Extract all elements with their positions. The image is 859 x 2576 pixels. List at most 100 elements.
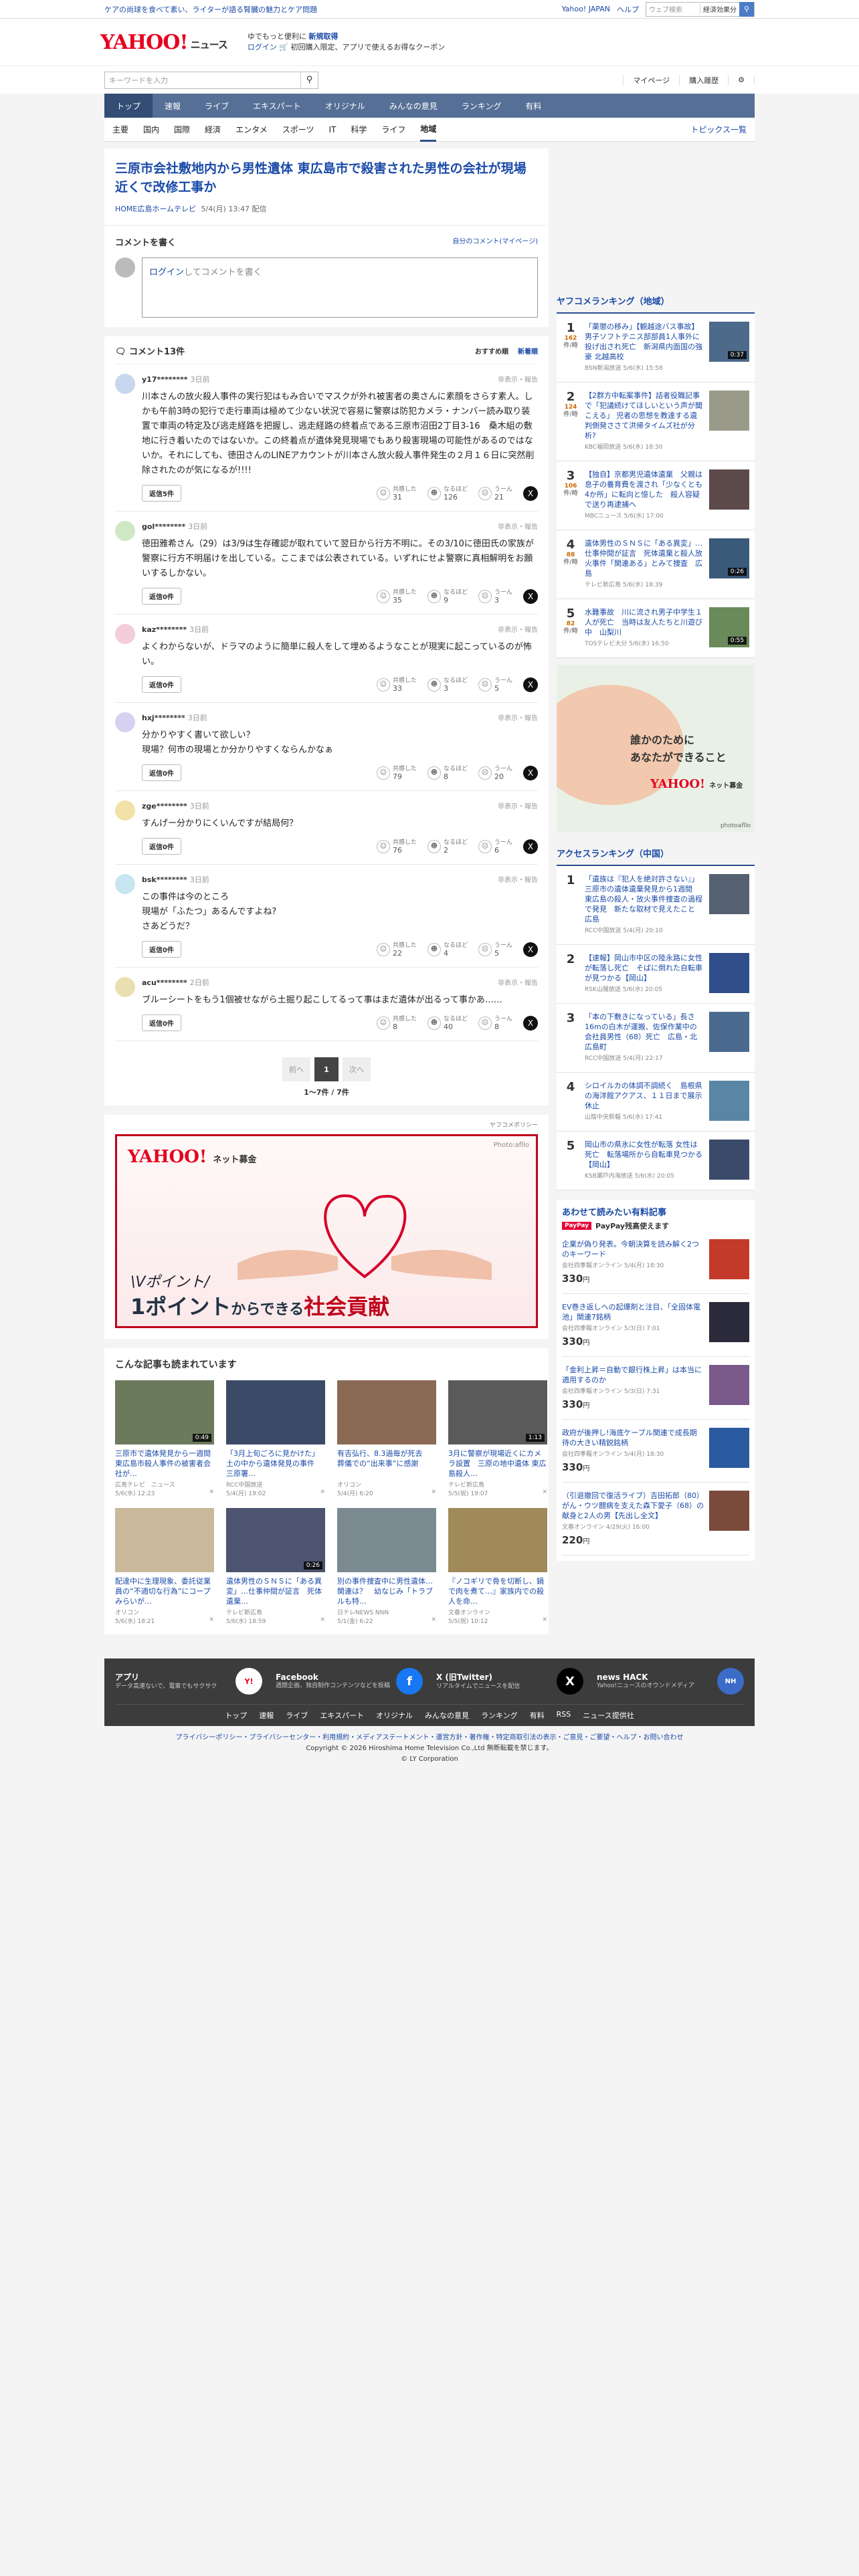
policy-links[interactable]: プライバシーポリシー・プライバシーセンター・利用規約・メディアステートメント・運… (104, 1733, 755, 1743)
reply-button[interactable]: 返信5件 (142, 485, 181, 502)
related-item[interactable]: 配達中に生理現象、委託従業員の“不適切な行為”にコープみらいが… オリコン 5/6(… (115, 1508, 214, 1625)
comment-user[interactable]: kaz******** (142, 625, 187, 634)
related-title[interactable]: 別の事件捜査中に男性遺体…関連は？ 幼なじみ「トラブルも特… (337, 1576, 436, 1606)
nav-ranking[interactable]: ランキング (450, 94, 514, 118)
sort-newest[interactable]: 新着順 (518, 348, 538, 356)
next-page-button[interactable]: 次へ (343, 1057, 371, 1081)
hmm-button[interactable]: ☹ うーん 5 (478, 677, 512, 693)
search-icon[interactable]: ⚲ (300, 72, 318, 88)
comment-user[interactable]: y17******** (142, 375, 188, 384)
cat-economy[interactable]: 経済 (205, 118, 221, 142)
newshack-promo[interactable]: news HACK Yahoo!ニュースのオウンドメディア NH (597, 1668, 744, 1695)
footer-link[interactable]: トップ (225, 1710, 247, 1721)
ranking-title[interactable]: 【速報】岡山市中区の陸永路に女性が転落し死亡 そばに倒れた自転車が見つかる【岡山… (585, 953, 704, 983)
nav-original[interactable]: オリジナル (313, 94, 377, 118)
empathy-button[interactable]: ☺ 共感した 79 (376, 765, 417, 781)
comment-user[interactable]: gol******** (142, 522, 185, 531)
donation-banner[interactable]: YAHOO! ネット募金 Photo:afllo \Vポイント/ 1ポイントから… (115, 1134, 538, 1328)
cat-life[interactable]: ライフ (381, 118, 405, 142)
close-icon[interactable]: × (320, 1489, 325, 1497)
hmm-button[interactable]: ☹ うーん 5 (478, 942, 512, 958)
x-share-icon[interactable]: X (523, 1015, 538, 1031)
web-search-input[interactable]: ウェブ検索 (646, 3, 700, 16)
ranking-title[interactable]: 岡山市の県氷に女性が転落 女性は死亡 転落場所から自転車見つかる【岡山】 (585, 1140, 704, 1170)
app-promo[interactable]: アプリ データ高速ないで、電車でもサクサク Y! (115, 1668, 262, 1695)
paid-item[interactable]: 政府が後押し!海底ケーブル関連で成長期待の大きい精鋭銘柄 会社四季報オンライン 5… (562, 1420, 749, 1483)
cat-entertainment[interactable]: エンタメ (235, 118, 268, 142)
x-share-icon[interactable]: X (523, 942, 538, 957)
paid-item[interactable]: EV巻き返しへの起爆剤と注目、「全固体電池」関連7銘柄 会社四季報オンライン 5/… (562, 1294, 749, 1357)
report-link[interactable]: 非表示・報告 (498, 977, 538, 988)
related-item[interactable]: 0:49 三原市で遺体発見から一週間 東広島市殺人事件の被害者会社が… 広島テレビ … (115, 1380, 214, 1497)
paid-title[interactable]: 政府が後押し!海底ケーブル関連で成長期待の大きい精鋭銘柄 (562, 1428, 704, 1448)
nav-flash[interactable]: 速報 (153, 94, 193, 118)
related-item[interactable]: 『ノコギリで骨を切断し、鍋で肉を煮て…』家族内での殺人を命… 文春オンライン 5/5… (448, 1508, 547, 1625)
cat-main[interactable]: 主要 (112, 118, 128, 142)
related-item[interactable]: 有吉弘行、8.3過毎が死去 葬儀での“出来事”に感謝 オリコン 5/4(月) 6:2… (337, 1380, 436, 1497)
close-icon[interactable]: × (431, 1489, 436, 1497)
ranking-title[interactable]: シロイルカの体調不調続く 島根県の海洋館アクアス、１１日まで展示休止 (585, 1081, 704, 1111)
prev-page-button[interactable]: 前へ (282, 1057, 310, 1081)
x-share-icon[interactable]: X (523, 588, 538, 604)
source-link[interactable]: HOME広島ホームテレビ (115, 205, 196, 213)
ranking-item[interactable]: 5 82 件/時 水難事故 川に流され男子中学生１人が死亡 当時は友人たちと川遊び中 … (557, 599, 755, 658)
paid-title[interactable]: 企業が偽り発表。今朝決算を読み解く2つのキーワード (562, 1239, 704, 1259)
ranking-title[interactable]: 「遺族は『犯人を絶対許さない』」三原市の遺体遺棄発見から1週間 東広島の殺人・放… (585, 874, 704, 924)
report-link[interactable]: 非表示・報告 (498, 800, 538, 811)
reply-button[interactable]: 返信0件 (142, 838, 181, 855)
empathy-button[interactable]: ☺ 共感した 35 (376, 588, 417, 605)
side-donation-ad[interactable]: 誰かのために あなたができること YAHOO! ネット募金 photoafllo (557, 665, 755, 832)
related-item[interactable]: 0:26 遺体男性のＳＮＳに「ある異変」…仕事仲間が証言 死体遺棄… テレビ新広島 5… (226, 1508, 325, 1625)
footer-link[interactable]: 速報 (259, 1710, 274, 1721)
signup-link[interactable]: 新規取得 (308, 32, 338, 41)
current-page[interactable]: 1 (314, 1057, 339, 1081)
report-link[interactable]: 非表示・報告 (498, 521, 538, 532)
ranking-item[interactable]: 1 162 件/時 「薬懲の移み」【観越途バス事故】男子ソフトテニス部部員1人事外に投… (557, 314, 755, 383)
close-icon[interactable]: × (431, 1616, 436, 1625)
related-title[interactable]: 有吉弘行、8.3過毎が死去 葬儀での“出来事”に感謝 (337, 1448, 436, 1479)
paid-title[interactable]: （引退撤回で復活ライブ）吉田拓郎（80）がん・ウツ闘病を支えた森下愛子（68）の… (562, 1491, 704, 1521)
reply-button[interactable]: 返信0件 (142, 588, 181, 605)
related-title[interactable]: 三原市で遺体発見から一週間 東広島市殺人事件の被害者会社が… (115, 1448, 214, 1479)
reply-button[interactable]: 返信0件 (142, 676, 181, 693)
gear-icon[interactable]: ⚙ (729, 76, 755, 84)
purchase-history-link[interactable]: 購入履歴 (680, 74, 729, 86)
ranking-item[interactable]: 4 シロイルカの体調不調続く 島根県の海洋館アクアス、１１日まで展示休止 山陰中央新… (557, 1073, 755, 1132)
nav-live[interactable]: ライブ (193, 94, 241, 118)
cat-it[interactable]: IT (328, 118, 336, 142)
comment-user[interactable]: zge******** (142, 802, 187, 811)
comment-input[interactable]: ログインしてコメントを書く (142, 257, 538, 318)
cat-domestic[interactable]: 国内 (143, 118, 159, 142)
naruhodo-button[interactable]: ☻ なるほど 126 (427, 486, 468, 502)
related-title[interactable]: 遺体男性のＳＮＳに「ある異変」…仕事仲間が証言 死体遺棄… (226, 1576, 325, 1606)
footer-link[interactable]: みんなの意見 (425, 1710, 469, 1721)
empathy-button[interactable]: ☺ 共感した 8 (376, 1015, 417, 1031)
news-search-input[interactable]: キーワードを入力 (105, 72, 300, 88)
nav-paid[interactable]: 有料 (513, 94, 553, 118)
search-suggestion[interactable]: 経済効果分 (700, 4, 739, 14)
close-icon[interactable]: × (320, 1616, 325, 1625)
cat-world[interactable]: 国際 (174, 118, 190, 142)
ranking-title[interactable]: 遺体男性のＳＮＳに「ある異変」…仕事仲間が証言 死体遺棄と殺人放火事件「関連ある… (585, 538, 704, 578)
ranking-title[interactable]: 【2群方中転案事件】詰者役職記事で「犯議続けてほしいという声が聞こえる」 児者の… (585, 391, 704, 441)
naruhodo-button[interactable]: ☻ なるほど 40 (427, 1015, 468, 1031)
footer-link[interactable]: ランキング (481, 1710, 518, 1721)
nav-expert[interactable]: エキスパート (241, 94, 313, 118)
related-item[interactable]: 1:13 3月に警察が現場近くにカメラ設置 三原の地中遺体 東広島殺人… テレビ新広… (448, 1380, 547, 1497)
x-share-icon[interactable]: X (523, 677, 538, 692)
reply-button[interactable]: 返信0件 (142, 1014, 181, 1031)
cat-sports[interactable]: スポーツ (282, 118, 314, 142)
comment-user[interactable]: bsk******** (142, 875, 187, 884)
related-title[interactable]: 「3月上旬ごろに見かけた」土の中から遺体発見の事件 三原署… (226, 1448, 325, 1479)
naruhodo-button[interactable]: ☻ なるほど 3 (427, 677, 468, 693)
ranking-item[interactable]: 2 【速報】岡山市中区の陸永路に女性が転落し死亡 そばに倒れた自転車が見つかる【岡… (557, 945, 755, 1004)
comment-user[interactable]: hxj******** (142, 714, 185, 722)
footer-link[interactable]: ニュース提供社 (583, 1710, 634, 1721)
close-icon[interactable]: × (209, 1616, 214, 1625)
footer-link[interactable]: 有料 (530, 1710, 545, 1721)
footer-link[interactable]: RSS (557, 1710, 571, 1721)
related-title[interactable]: 『ノコギリで骨を切断し、鍋で肉を煮て…』家族内での殺人を命… (448, 1576, 547, 1606)
comment-user[interactable]: acu******** (142, 978, 187, 987)
naruhodo-button[interactable]: ☻ なるほど 8 (427, 765, 468, 781)
sort-recommended[interactable]: おすすめ順 (475, 348, 508, 356)
